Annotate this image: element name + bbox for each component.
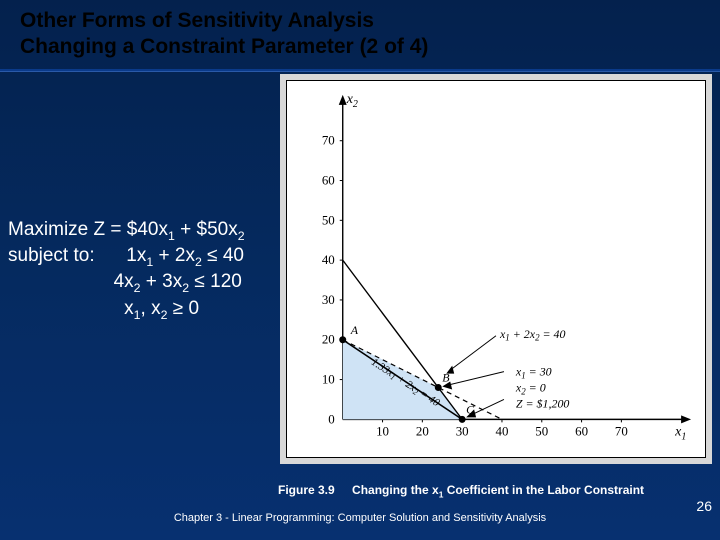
svg-text:30: 30 (322, 292, 335, 307)
chart-svg: x2 x1 0 10 20 30 40 50 60 70 10 20 30 40 50 60 70 (287, 81, 705, 457)
svg-text:A: A (350, 323, 359, 337)
svg-text:10: 10 (376, 423, 389, 438)
objective-text: Maximize Z = $40x1 + $50x2 (8, 219, 245, 240)
svg-text:40: 40 (322, 252, 335, 267)
svg-text:70: 70 (615, 423, 628, 438)
svg-text:60: 60 (322, 173, 335, 188)
svg-text:20: 20 (322, 332, 335, 347)
svg-text:C: C (466, 402, 475, 416)
svg-text:10: 10 (322, 372, 335, 387)
svg-text:50: 50 (322, 212, 335, 227)
svg-text:x2 = 0: x2 = 0 (515, 381, 546, 397)
svg-text:30: 30 (456, 423, 469, 438)
x-axis-label: x1 (674, 424, 686, 442)
svg-text:0: 0 (328, 411, 334, 426)
chapter-footer: Chapter 3 - Linear Programming: Computer… (0, 512, 720, 524)
svg-text:x1 + 2x2 = 40: x1 + 2x2 = 40 (499, 327, 566, 343)
nonnegativity: x1, x2 ≥ 0 (124, 298, 199, 319)
svg-text:B: B (442, 371, 450, 385)
title-line-2: Changing a Constraint Parameter (2 of 4) (20, 34, 700, 60)
constraint-1: 1x1 + 2x2 ≤ 40 (126, 245, 244, 266)
subject-to-label: subject to: (8, 245, 95, 266)
y-axis-label: x2 (346, 92, 358, 110)
figure-inner: x2 x1 0 10 20 30 40 50 60 70 10 20 30 40 50 60 70 (286, 80, 706, 458)
svg-text:70: 70 (322, 133, 335, 148)
title-underline (0, 69, 720, 72)
svg-text:x1 = 30: x1 = 30 (515, 365, 552, 381)
svg-text:50: 50 (535, 423, 548, 438)
constraint-2: 4x2 + 3x2 ≤ 120 (114, 271, 242, 292)
svg-text:40: 40 (496, 423, 509, 438)
svg-text:60: 60 (575, 423, 588, 438)
svg-text:Z = $1,200: Z = $1,200 (516, 396, 570, 410)
x-tick-labels: 10 20 30 40 50 60 70 (376, 423, 628, 438)
figure-number: Figure 3.9 (278, 483, 335, 497)
figure-caption: Figure 3.9 Changing the x1 Coefficient i… (278, 483, 718, 499)
y-tick-labels: 0 10 20 30 40 50 60 70 (322, 133, 335, 427)
title-line-1: Other Forms of Sensitivity Analysis (20, 8, 700, 34)
figure-container: x2 x1 0 10 20 30 40 50 60 70 10 20 30 40 50 60 70 (280, 74, 712, 464)
slide-title: Other Forms of Sensitivity Analysis Chan… (0, 0, 720, 67)
lp-formulas: Maximize Z = $40x1 + $50x2 subject to: 1… (8, 218, 245, 323)
svg-text:20: 20 (416, 423, 429, 438)
